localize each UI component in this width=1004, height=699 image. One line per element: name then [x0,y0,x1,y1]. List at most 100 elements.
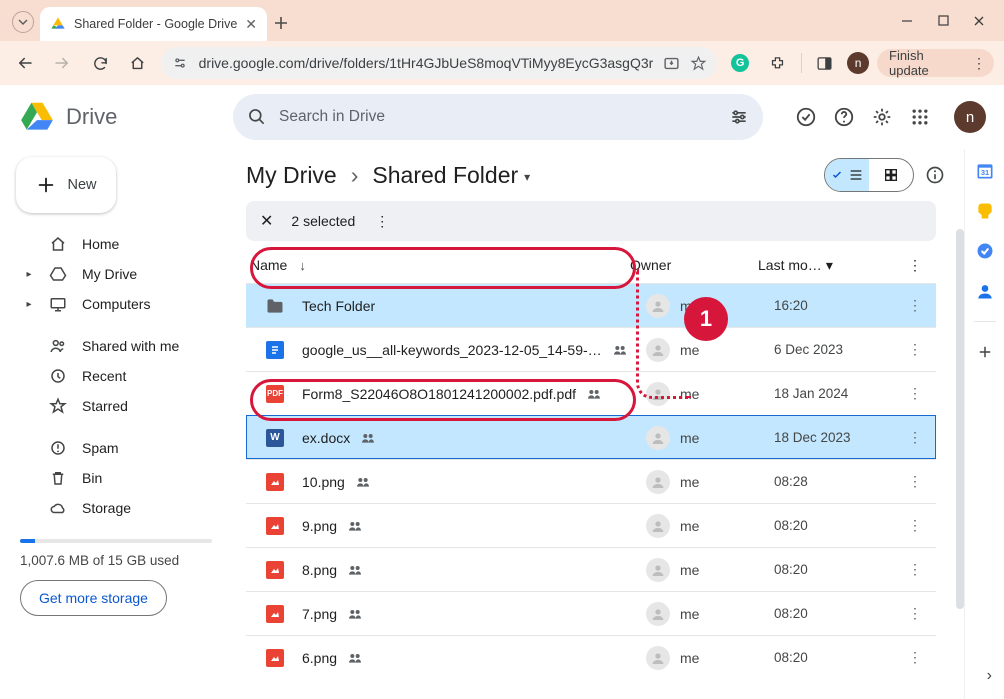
file-owner: me [680,342,699,358]
new-button[interactable]: New [16,157,116,213]
chrome-menu-icon[interactable]: ⋮ [972,55,986,72]
extensions-icon[interactable] [763,48,793,78]
drive-logo[interactable]: Drive [18,98,213,136]
file-name: ex.docx [302,430,350,446]
nav-forward-button[interactable] [48,48,78,78]
file-owner: me [680,562,699,578]
sidebar-item-mydrive[interactable]: ▸ My Drive [16,259,216,289]
search-options-icon[interactable] [729,107,749,127]
file-owner: me [680,606,699,622]
sidebar-item-starred[interactable]: Starred [16,391,216,421]
file-modified: 08:28 [774,474,894,489]
image-icon [266,561,284,579]
shared-icon [347,518,363,534]
calendar-addon-icon[interactable]: 31 [975,161,995,181]
chevron-right-icon[interactable]: ▸ [24,269,34,280]
word-icon: W [266,429,284,447]
file-row[interactable]: 10.png me 08:28⋮ [246,459,936,503]
chevron-down-icon[interactable]: ▾ [524,170,530,184]
col-owner-header[interactable]: Owner [630,257,758,273]
clear-selection-button[interactable]: ✕ [260,211,273,231]
selection-more-button[interactable]: ⋮ [375,213,389,230]
breadcrumb-current[interactable]: Shared Folder ▾ [372,162,530,189]
keep-addon-icon[interactable] [975,201,995,221]
nav-back-button[interactable] [10,48,40,78]
file-more-button[interactable]: ⋮ [894,649,922,666]
browser-tab-active[interactable]: Shared Folder - Google Drive ✕ [40,7,267,41]
col-modified-header[interactable]: Last mo… ▾ [758,257,878,274]
file-more-button[interactable]: ⋮ [894,385,922,402]
col-name-header[interactable]: Name ↓ [250,257,630,273]
sidebar-item-storage[interactable]: Storage [16,493,216,523]
grid-view-button[interactable] [869,159,913,191]
sidebar-item-spam[interactable]: Spam [16,433,216,463]
file-row[interactable]: PDFForm8_S22046O8O1801241200002.pdf.pdfm… [246,371,936,415]
shared-icon [355,474,371,490]
file-modified: 6 Dec 2023 [774,342,894,357]
file-more-button[interactable]: ⋮ [894,341,922,358]
file-more-button[interactable]: ⋮ [894,517,922,534]
contacts-addon-icon[interactable] [975,281,995,301]
google-apps-icon[interactable] [908,105,932,129]
hide-sidepanel-icon[interactable]: › [987,667,992,685]
file-more-button[interactable]: ⋮ [894,429,922,446]
sidebar-item-home[interactable]: Home [16,229,216,259]
sort-descending-icon: ↓ [299,258,306,273]
nav-home-button[interactable] [123,48,153,78]
list-view-button[interactable] [825,159,869,191]
file-owner: me [680,474,699,490]
browser-tab-strip: Shared Folder - Google Drive ✕ [0,0,1004,41]
file-more-button[interactable]: ⋮ [894,561,922,578]
bookmark-icon[interactable] [690,55,707,72]
sidebar-item-recent[interactable]: Recent [16,361,216,391]
file-row[interactable]: google_us__all-keywords_2023-12-05_14-59… [246,327,936,371]
file-row[interactable]: 7.pngme08:20⋮ [246,591,936,635]
file-name: Tech Folder [302,298,375,314]
sidebar-item-bin[interactable]: Bin [16,463,216,493]
window-maximize-button[interactable] [936,14,950,28]
support-icon[interactable] [832,105,856,129]
file-modified: 16:20 [774,298,894,313]
settings-icon[interactable] [870,105,894,129]
nav-reload-button[interactable] [85,48,115,78]
get-more-storage-button[interactable]: Get more storage [20,580,167,616]
view-details-icon[interactable] [924,164,946,186]
grammarly-extension-icon[interactable]: G [725,48,755,78]
file-row[interactable]: Wex.docxme18 Dec 2023⋮ [246,415,936,459]
tasks-addon-icon[interactable] [975,241,995,261]
file-more-button[interactable]: ⋮ [894,297,922,314]
file-row[interactable]: Tech Folderme16:20⋮ [246,283,936,327]
file-more-button[interactable]: ⋮ [894,473,922,490]
tab-close-icon[interactable]: ✕ [245,16,257,33]
file-row[interactable]: 9.pngme08:20⋮ [246,503,936,547]
finish-update-button[interactable]: Finish update ⋮ [877,49,994,77]
breadcrumb-root[interactable]: My Drive [246,162,337,189]
search-bar[interactable]: Search in Drive [233,94,763,140]
new-tab-button[interactable] [267,9,295,37]
col-more-header[interactable]: ⋮ [878,257,922,274]
tab-search-button[interactable] [12,11,34,33]
sidepanel-toggle-icon[interactable] [810,48,840,78]
site-controls-icon[interactable] [171,54,189,72]
ready-offline-icon[interactable] [794,105,818,129]
selection-count: 2 selected [291,213,355,229]
file-name: 6.png [302,650,337,666]
side-panel: 31 › [964,149,1004,699]
window-close-button[interactable] [972,14,986,28]
get-addons-icon[interactable] [975,342,995,362]
scrollbar[interactable] [956,229,964,609]
file-more-button[interactable]: ⋮ [894,605,922,622]
sidebar-item-shared[interactable]: Shared with me [16,331,216,361]
shared-icon [360,430,376,446]
chrome-profile-avatar[interactable]: n [847,52,869,74]
install-app-icon[interactable] [663,55,680,72]
file-name: 10.png [302,474,345,490]
trash-icon [48,469,68,487]
file-row[interactable]: 6.pngme08:20⋮ [246,635,936,679]
chevron-right-icon[interactable]: ▸ [24,299,34,310]
address-bar[interactable]: drive.google.com/drive/folders/1tHr4GJbU… [161,47,718,79]
account-avatar[interactable]: n [954,101,986,133]
window-minimize-button[interactable] [900,14,914,28]
file-row[interactable]: 8.pngme08:20⋮ [246,547,936,591]
sidebar-item-computers[interactable]: ▸ Computers [16,289,216,319]
